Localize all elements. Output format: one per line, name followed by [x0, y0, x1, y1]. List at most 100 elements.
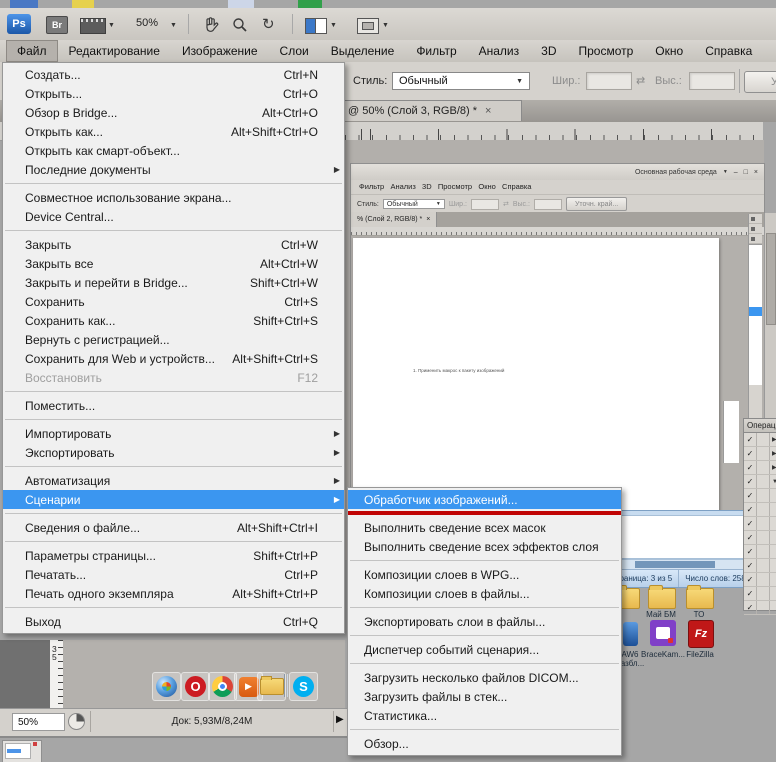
check-icon[interactable]: ✓ — [747, 589, 754, 599]
zoom-tool-icon[interactable] — [232, 17, 248, 36]
desktop-folder-icon[interactable] — [648, 588, 676, 609]
actions-panel-row[interactable]: ✓ — [744, 587, 776, 601]
menubar-item[interactable]: Изображение — [171, 40, 269, 62]
taskbar-chrome-icon[interactable] — [208, 672, 237, 701]
expand-arrow-icon[interactable]: ▼ — [770, 475, 776, 488]
actions-panel-row[interactable]: ✓ ▼ — [744, 475, 776, 489]
document-tab[interactable]: @ 50% (Слой 3, RGB/8) * × — [330, 100, 522, 121]
scripts-submenu-item[interactable]: Композиции слоев в WPG... ▶ — [348, 565, 621, 584]
check-icon[interactable]: ✓ — [747, 519, 754, 529]
scripts-submenu-item[interactable]: Выполнить сведение всех эффектов слоя ▶ — [348, 537, 621, 556]
expand-arrow-icon[interactable] — [770, 559, 776, 572]
actions-panel-row[interactable]: ✓ ▶ — [744, 433, 776, 447]
check-icon[interactable]: ✓ — [747, 505, 754, 515]
expand-arrow-icon[interactable] — [770, 531, 776, 544]
taskbar-explorer-icon[interactable] — [257, 672, 286, 701]
taskbar-opera-icon[interactable]: O — [181, 672, 210, 701]
file-menu-item[interactable]: Последние документы ▶ — [3, 160, 344, 179]
actions-panel-row[interactable]: ✓ — [744, 517, 776, 531]
expand-arrow-icon[interactable] — [770, 489, 776, 502]
expand-arrow-icon[interactable]: ▶ — [770, 461, 776, 474]
scripts-submenu-item[interactable]: Обзор... ▶ — [348, 734, 621, 753]
desktop-app-icon-blue[interactable] — [623, 622, 638, 646]
scripts-submenu-item[interactable]: Статистика... ▶ — [348, 706, 621, 725]
status-doc-size[interactable]: Док: 5,93М/8,24М — [90, 711, 334, 732]
file-menu-item[interactable]: Открыть... Ctrl+O ▶ — [3, 84, 344, 103]
scripts-submenu-item[interactable]: Загрузить несколько файлов DICOM... ▶ — [348, 668, 621, 687]
desktop-icon-label[interactable]: FileZilla — [678, 650, 722, 659]
chevron-down-icon[interactable]: ▼ — [382, 22, 389, 29]
width-input[interactable] — [586, 72, 632, 90]
taskbar-start-button[interactable] — [152, 672, 181, 701]
file-menu-item[interactable]: Параметры страницы... Shift+Ctrl+P ▶ — [3, 546, 344, 565]
file-menu-item[interactable]: Печать одного экземпляра Alt+Shift+Ctrl+… — [3, 584, 344, 603]
window-thumbnail[interactable] — [2, 740, 42, 762]
file-menu-item[interactable]: Сведения о файле... Alt+Shift+Ctrl+I ▶ — [3, 518, 344, 537]
expand-arrow-icon[interactable] — [770, 601, 776, 614]
check-icon[interactable]: ✓ — [747, 603, 754, 613]
menubar-item[interactable]: Просмотр — [567, 40, 644, 62]
check-icon[interactable]: ✓ — [747, 449, 754, 459]
file-menu-item[interactable]: Сохранить как... Shift+Ctrl+S ▶ — [3, 311, 344, 330]
arrange-documents-icon[interactable] — [305, 18, 327, 34]
taskbar-skype-icon[interactable]: S — [289, 672, 318, 701]
file-menu-item[interactable]: Сохранить Ctrl+S ▶ — [3, 292, 344, 311]
desktop-folder-icon[interactable] — [686, 588, 714, 609]
check-icon[interactable]: ✓ — [747, 491, 754, 501]
style-select[interactable]: Обычный ▼ — [392, 72, 530, 90]
actions-panel-row[interactable]: ✓ — [744, 573, 776, 587]
view-extras-icon[interactable] — [80, 18, 106, 34]
expand-arrow-icon[interactable] — [770, 545, 776, 558]
file-menu-item[interactable]: Device Central... ▶ — [3, 207, 344, 226]
menubar-item[interactable]: Выделение — [320, 40, 406, 62]
actions-panel-row[interactable]: ✓ — [744, 545, 776, 559]
file-menu-item[interactable]: Выход Ctrl+Q ▶ — [3, 612, 344, 631]
expand-arrow-icon[interactable] — [770, 573, 776, 586]
menubar-item[interactable]: Справка — [694, 40, 763, 62]
actions-panel-row[interactable]: ✓ ▶ — [744, 447, 776, 461]
check-icon[interactable]: ✓ — [747, 561, 754, 571]
file-menu-item[interactable]: Закрыть и перейти в Bridge... Shift+Ctrl… — [3, 273, 344, 292]
height-input[interactable] — [689, 72, 735, 90]
menubar-item[interactable]: Фильтр — [405, 40, 467, 62]
menubar-item[interactable]: Слои — [269, 40, 320, 62]
file-menu-item[interactable]: Сценарии ▶ — [3, 490, 344, 509]
actions-panel-row[interactable]: ✓ — [744, 559, 776, 573]
zoom-level-value[interactable]: 50% — [136, 17, 158, 29]
menubar-item[interactable]: Файл — [6, 40, 58, 62]
file-menu-item[interactable]: Автоматизация ▶ — [3, 471, 344, 490]
desktop-app-icon-purple[interactable] — [650, 620, 676, 646]
check-icon[interactable]: ✓ — [747, 463, 754, 473]
rotate-view-icon[interactable]: ↻ — [262, 17, 275, 32]
actions-panel-row[interactable]: ✓ — [744, 601, 776, 615]
actions-panel-row[interactable]: ✓ — [744, 489, 776, 503]
file-menu-item[interactable]: Импортировать ▶ — [3, 424, 344, 443]
file-menu-item[interactable]: Обзор в Bridge... Alt+Ctrl+O ▶ — [3, 103, 344, 122]
swap-dimensions-icon[interactable]: ⇄ — [636, 74, 645, 87]
file-menu-item[interactable]: Печатать... Ctrl+P ▶ — [3, 565, 344, 584]
file-menu-item[interactable]: Закрыть Ctrl+W ▶ — [3, 235, 344, 254]
expand-arrow-icon[interactable] — [770, 587, 776, 600]
file-menu-item[interactable]: Поместить... ▶ — [3, 396, 344, 415]
scripts-submenu-item[interactable]: Обработчик изображений... ▶ — [348, 490, 621, 509]
scripts-submenu-item[interactable]: Композиции слоев в файлы... ▶ — [348, 584, 621, 603]
expand-arrow-icon[interactable] — [770, 503, 776, 516]
close-icon[interactable]: × — [485, 105, 491, 117]
desktop-filezilla-icon[interactable]: Fz — [688, 620, 714, 648]
file-menu-item[interactable]: Восстановить F12 ▶ — [3, 368, 344, 387]
actions-panel-row[interactable]: ✓ ▶ — [744, 461, 776, 475]
bridge-button[interactable]: Br — [46, 16, 68, 34]
scripts-submenu-item[interactable]: Загрузить файлы в стек... ▶ — [348, 687, 621, 706]
file-menu-item[interactable]: Вернуть с регистрацией... ▶ — [3, 330, 344, 349]
menubar-item[interactable]: Окно — [644, 40, 694, 62]
file-menu-item[interactable]: Сохранить для Web и устройств... Alt+Shi… — [3, 349, 344, 368]
screen-mode-icon[interactable] — [357, 18, 379, 34]
check-icon[interactable]: ✓ — [747, 477, 754, 487]
expand-arrow-icon[interactable] — [770, 517, 776, 530]
file-menu-item[interactable]: Совместное использование экрана... ▶ — [3, 188, 344, 207]
check-icon[interactable]: ✓ — [747, 533, 754, 543]
check-icon[interactable]: ✓ — [747, 575, 754, 585]
actions-panel-row[interactable]: ✓ — [744, 531, 776, 545]
status-zoom-input[interactable]: 50% — [12, 713, 65, 731]
chevron-down-icon[interactable]: ▼ — [170, 22, 177, 29]
